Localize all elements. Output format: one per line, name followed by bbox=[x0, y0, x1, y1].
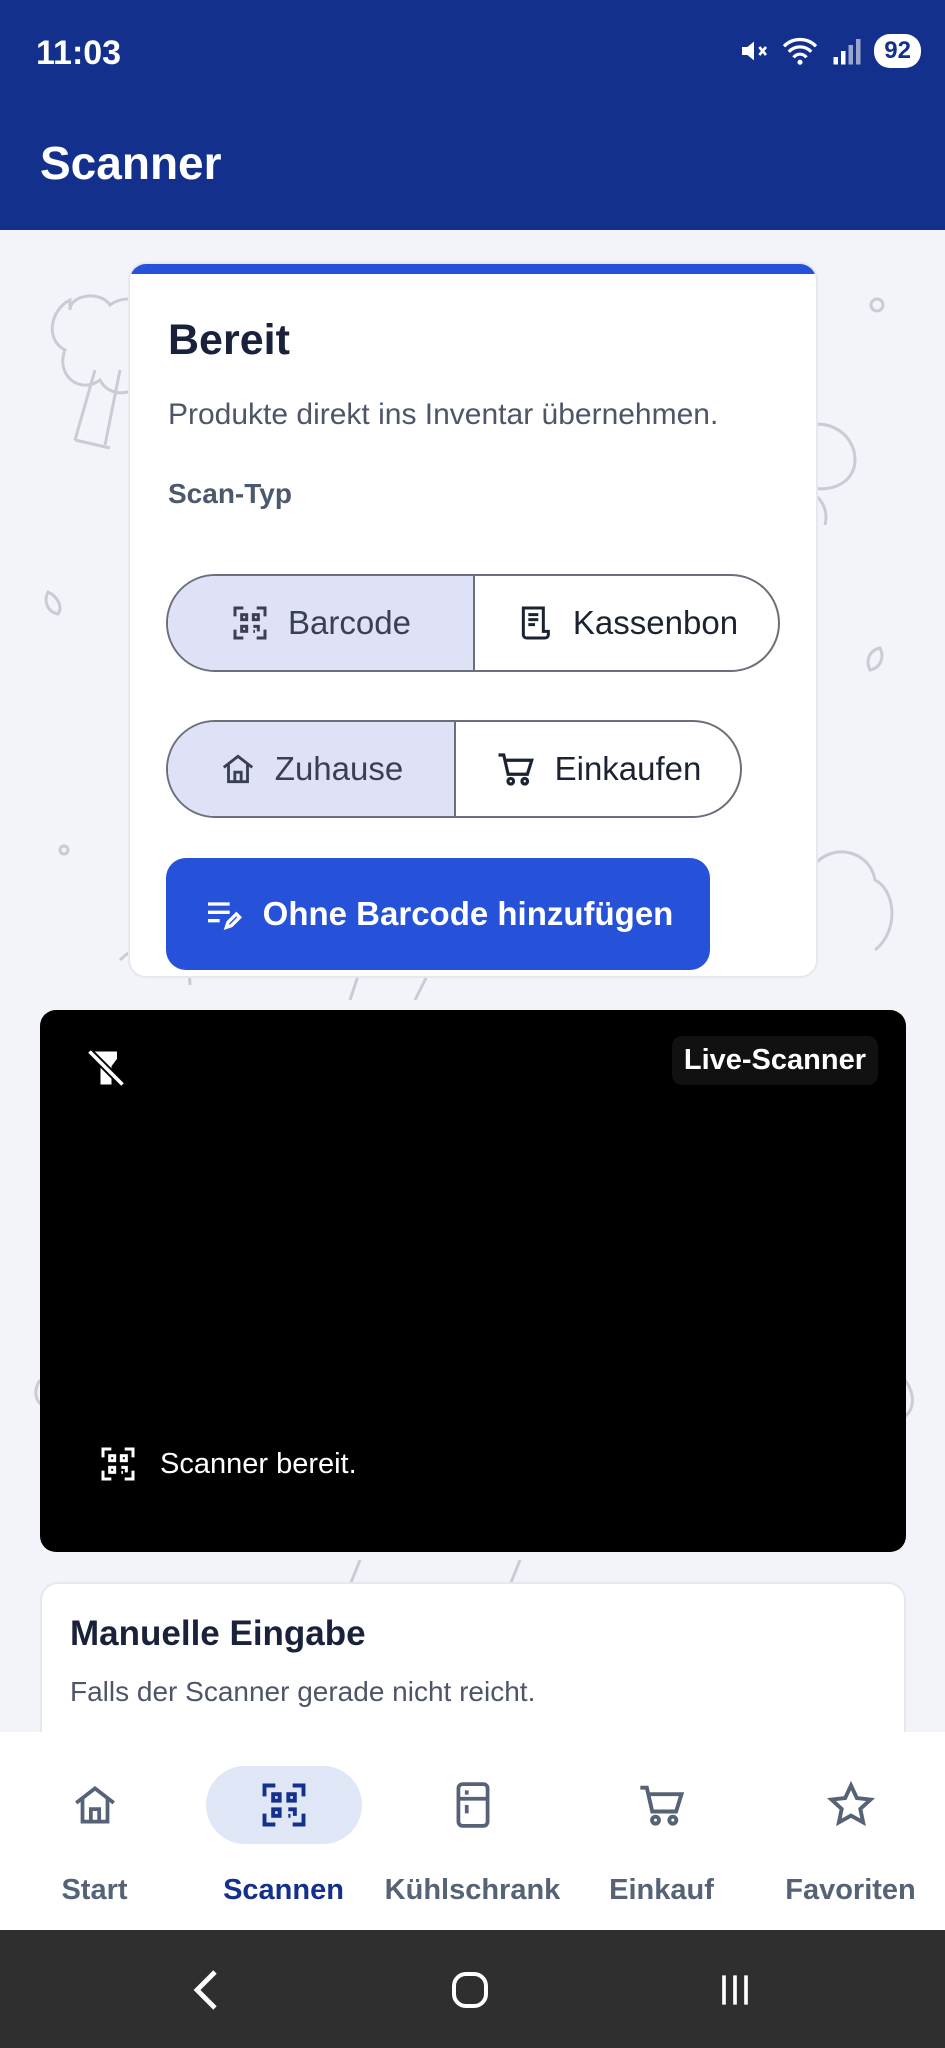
segment-home-label: Zuhause bbox=[274, 750, 404, 787]
wifi-icon bbox=[783, 37, 818, 65]
live-scanner-badge: Live-Scanner bbox=[671, 1036, 878, 1085]
nav-item-shopping[interactable]: Einkauf bbox=[567, 1732, 756, 1930]
system-recents-button[interactable] bbox=[705, 1960, 765, 2020]
system-home-button[interactable] bbox=[440, 1960, 500, 2020]
ready-card: Bereit Produkte direkt ins Inventar über… bbox=[128, 262, 818, 978]
bottom-navigation: Start Scannen Kühlschrank Einkauf Favori… bbox=[0, 1732, 945, 1930]
nav-start-label: Start bbox=[61, 1874, 128, 1906]
status-time: 11:03 bbox=[36, 34, 122, 72]
nav-item-scan[interactable]: Scannen bbox=[189, 1732, 378, 1930]
nav-fridge-label: Kühlschrank bbox=[384, 1874, 561, 1906]
card-subtitle: Produkte direkt ins Inventar übernehmen. bbox=[168, 398, 719, 431]
nav-item-fridge[interactable]: Kühlschrank bbox=[378, 1732, 567, 1930]
system-navigation-bar bbox=[0, 1930, 945, 2048]
nav-fridge-pill bbox=[395, 1766, 551, 1844]
app-bar: Scanner bbox=[0, 108, 945, 230]
cart-icon bbox=[498, 753, 534, 786]
nav-start-pill bbox=[17, 1766, 173, 1844]
location-segmented: Zuhause Einkaufen bbox=[166, 720, 742, 818]
nav-shopping-label: Einkauf bbox=[609, 1874, 714, 1906]
recents-icon bbox=[722, 1975, 748, 2005]
flash-toggle-button[interactable] bbox=[74, 1036, 138, 1100]
card-accent-line bbox=[130, 264, 816, 274]
segment-barcode-label: Barcode bbox=[288, 604, 411, 641]
segment-home[interactable]: Zuhause bbox=[168, 722, 454, 816]
back-chevron-icon bbox=[193, 1970, 217, 2010]
nav-scan-pill bbox=[205, 1766, 362, 1844]
add-without-barcode-label: Ohne Barcode hinzufügen bbox=[262, 895, 674, 932]
card-title: Bereit bbox=[168, 316, 290, 364]
edit-list-icon bbox=[207, 902, 242, 930]
qr-scan-icon bbox=[101, 1447, 135, 1481]
status-icons: 92 bbox=[738, 34, 921, 68]
battery-level: 92 bbox=[874, 34, 921, 68]
page-title: Scanner bbox=[40, 137, 222, 189]
segment-receipt-label: Kassenbon bbox=[572, 604, 739, 641]
nav-favorites-pill bbox=[773, 1766, 929, 1844]
receipt-icon bbox=[521, 606, 550, 640]
fridge-icon bbox=[456, 1782, 489, 1828]
manual-entry-title: Manuelle Eingabe bbox=[70, 1614, 366, 1653]
nav-item-start[interactable]: Start bbox=[0, 1732, 189, 1930]
nav-favorites-label: Favoriten bbox=[785, 1874, 916, 1906]
content-area[interactable]: Bereit Produkte direkt ins Inventar über… bbox=[0, 230, 945, 1732]
segment-barcode[interactable]: Barcode bbox=[168, 576, 473, 670]
manual-entry-subtitle: Falls der Scanner gerade nicht reicht. bbox=[70, 1676, 536, 1707]
camera-preview[interactable]: Live-Scanner Scanner bereit. bbox=[40, 1010, 906, 1552]
home-icon bbox=[222, 754, 253, 784]
scan-type-label: Scan-Typ bbox=[168, 478, 292, 509]
signal-icon bbox=[833, 39, 861, 65]
scanner-status-text: Scanner bereit. bbox=[160, 1447, 357, 1480]
qr-scan-icon bbox=[262, 1783, 305, 1827]
nav-item-favorites[interactable]: Favoriten bbox=[756, 1732, 945, 1930]
segment-shopping[interactable]: Einkaufen bbox=[454, 722, 740, 816]
home-icon bbox=[74, 1785, 115, 1824]
home-circle-icon bbox=[452, 1972, 488, 2008]
scan-type-segmented: Barcode Kassenbon bbox=[166, 574, 780, 672]
status-bar: 11:03 92 bbox=[0, 0, 945, 108]
cart-icon bbox=[639, 1785, 684, 1826]
flash-off-icon bbox=[86, 1048, 126, 1088]
scanner-status: Scanner bereit. bbox=[88, 1436, 367, 1492]
system-back-button[interactable] bbox=[177, 1960, 237, 2020]
nav-scan-label: Scannen bbox=[223, 1874, 344, 1906]
mute-icon bbox=[742, 41, 768, 61]
star-icon bbox=[826, 1780, 875, 1827]
nav-shopping-pill bbox=[584, 1766, 740, 1844]
segment-shopping-label: Einkaufen bbox=[554, 750, 702, 787]
add-without-barcode-button[interactable]: Ohne Barcode hinzufügen bbox=[166, 858, 710, 970]
segment-receipt[interactable]: Kassenbon bbox=[473, 576, 778, 670]
manual-entry-card: Manuelle Eingabe Falls der Scanner gerad… bbox=[40, 1582, 906, 1732]
qr-scan-icon bbox=[233, 606, 267, 640]
